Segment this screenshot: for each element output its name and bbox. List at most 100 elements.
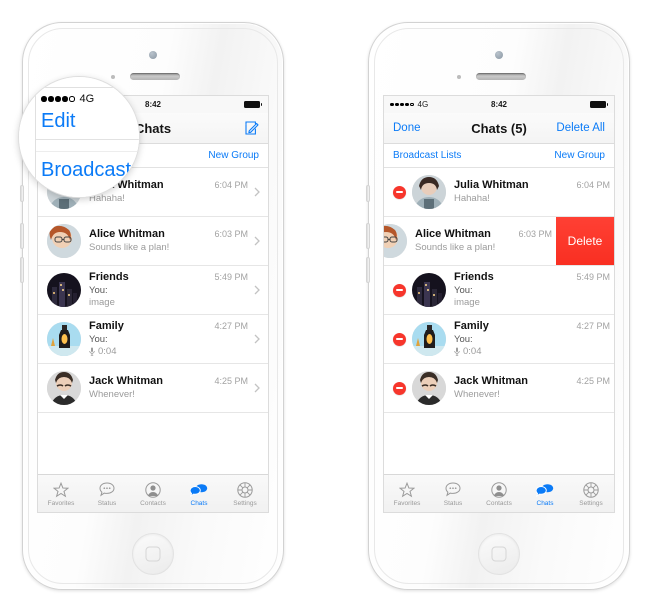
status-bar-clock: 8:42 (144, 100, 162, 109)
row-content: Julia Whitman 6:04 PM Hahaha! (454, 179, 614, 205)
tab-label: Chats (190, 499, 208, 507)
new-group-button[interactable]: New Group (208, 150, 259, 161)
row-header: Jack Whitman 4:25 PM (454, 375, 610, 387)
battery-nub (260, 103, 262, 106)
table-row[interactable]: Julia Whitman 6:04 PM Hahaha! (384, 168, 614, 217)
row-header: Jack Whitman 4:25 PM (89, 375, 248, 387)
tab-contacts[interactable]: Contacts (476, 475, 522, 512)
row-content: Jack Whitman 4:25 PM Whenever! (454, 375, 614, 401)
tab-status[interactable]: Status (430, 475, 476, 512)
chat-time: 6:04 PM (576, 180, 610, 191)
delete-minus-icon[interactable] (393, 381, 406, 395)
tab-bar: Favorites Status Contacts Chats Settings (38, 474, 268, 512)
chat-preview: You: (89, 285, 108, 297)
chat-name: Family (454, 320, 489, 333)
tab-favorites[interactable]: Favorites (38, 475, 84, 512)
tab-settings[interactable]: Settings (568, 475, 614, 512)
chat-preview-secondary: 0:04 (89, 346, 248, 358)
gear-icon (237, 481, 253, 499)
tab-label: Favorites (47, 499, 75, 507)
chat-time: 6:03 PM (518, 229, 552, 240)
table-row-swiped[interactable]: Alice Whitman 6:03 PM Sounds like a plan… (384, 217, 614, 266)
delete-all-button[interactable]: Delete All (556, 122, 605, 134)
chat-name: Family (89, 320, 124, 333)
chat-name: Jack Whitman (89, 375, 163, 388)
tab-chats[interactable]: Chats (522, 475, 568, 512)
page-title: Chats (5) (471, 120, 527, 136)
magnifier-status-bar: 4G (41, 93, 94, 105)
avatar (412, 371, 446, 405)
chats-bubbles-icon (536, 481, 554, 499)
chat-time: 5:49 PM (576, 272, 610, 283)
microphone-icon (89, 347, 95, 357)
tab-label: Chats (536, 499, 554, 507)
avatar (47, 371, 81, 405)
chat-list-left: Julia Whitman 6:04 PM Hahaha! Alice Whit… (38, 168, 268, 413)
delete-minus-icon[interactable] (393, 185, 406, 199)
magnifier-divider-2 (36, 151, 139, 152)
carrier-label: 4G (417, 100, 429, 109)
magnifier-carrier-label: 4G (79, 93, 95, 105)
chat-name: Alice Whitman (415, 228, 491, 241)
chat-name: Jack Whitman (454, 375, 528, 388)
compose-icon[interactable] (245, 121, 259, 135)
tab-label: Settings (233, 499, 257, 507)
row-header: Julia Whitman 6:04 PM (454, 179, 610, 191)
row-content: Alice Whitman 6:03 PM Sounds like a plan… (89, 228, 252, 254)
volume-up-button[interactable] (20, 223, 24, 249)
home-button[interactable] (132, 533, 174, 575)
row-header: Friends 5:49 PM (89, 271, 248, 283)
avatar (47, 322, 81, 356)
row-content: Family 4:27 PM You: 0:04 (454, 320, 614, 358)
status-bar-left: 4G (390, 100, 428, 109)
battery-icon (243, 101, 260, 108)
chat-name: Julia Whitman (454, 179, 529, 192)
volume-up-button[interactable] (366, 223, 370, 249)
table-row[interactable]: Family 4:27 PM You: 0:04 (384, 315, 614, 364)
row-content: Family 4:27 PM You: 0:04 (89, 320, 252, 358)
volume-down-button[interactable] (20, 257, 24, 283)
home-square-icon (145, 546, 161, 562)
tab-chats[interactable]: Chats (176, 475, 222, 512)
table-row[interactable]: Family 4:27 PM You: 0:04 (38, 315, 268, 364)
tab-label: Favorites (393, 499, 421, 507)
signal-strength-icon (41, 96, 75, 102)
battery-icon (589, 101, 606, 108)
magnifier-divider-1 (36, 139, 139, 140)
voice-duration-label: 0:04 (463, 346, 482, 357)
avatar (47, 273, 81, 307)
star-icon (53, 481, 69, 499)
table-row[interactable]: Friends 5:49 PM You: image (384, 266, 614, 315)
volume-down-button[interactable] (366, 257, 370, 283)
table-row[interactable]: Friends 5:49 PM You: image (38, 266, 268, 315)
magnified-broadcast-label[interactable]: Broadcast (41, 159, 131, 182)
chat-time: 4:25 PM (576, 376, 610, 387)
silent-switch[interactable] (366, 185, 370, 202)
tab-status[interactable]: Status (84, 475, 130, 512)
table-row[interactable]: Jack Whitman 4:25 PM Whenever! (38, 364, 268, 413)
chat-preview: You: (454, 334, 473, 346)
status-bar-clock: 8:42 (490, 100, 508, 109)
swiped-row-content: Alice Whitman 6:03 PM Sounds like a plan… (384, 217, 556, 265)
table-row[interactable]: Jack Whitman 4:25 PM Whenever! (384, 364, 614, 413)
home-button[interactable] (478, 533, 520, 575)
tab-contacts[interactable]: Contacts (130, 475, 176, 512)
tab-favorites[interactable]: Favorites (384, 475, 430, 512)
chat-preview-secondary: image (454, 297, 610, 309)
row-content: Alice Whitman 6:03 PM Sounds like a plan… (415, 228, 556, 254)
tab-settings[interactable]: Settings (222, 475, 268, 512)
done-button[interactable]: Done (393, 122, 421, 134)
avatar (384, 224, 407, 258)
delete-minus-icon[interactable] (393, 283, 406, 297)
new-group-button[interactable]: New Group (554, 150, 605, 161)
avatar (412, 175, 446, 209)
tab-label: Settings (579, 499, 603, 507)
microphone-icon (454, 347, 460, 357)
magnified-edit-button[interactable]: Edit (41, 110, 75, 133)
broadcast-lists-button[interactable]: Broadcast Lists (393, 150, 461, 161)
delete-minus-icon[interactable] (393, 332, 406, 346)
chat-attachment-label: image (89, 297, 115, 308)
status-bubble-icon (99, 481, 115, 499)
table-row[interactable]: Alice Whitman 6:03 PM Sounds like a plan… (38, 217, 268, 266)
delete-button[interactable]: Delete (556, 217, 614, 265)
